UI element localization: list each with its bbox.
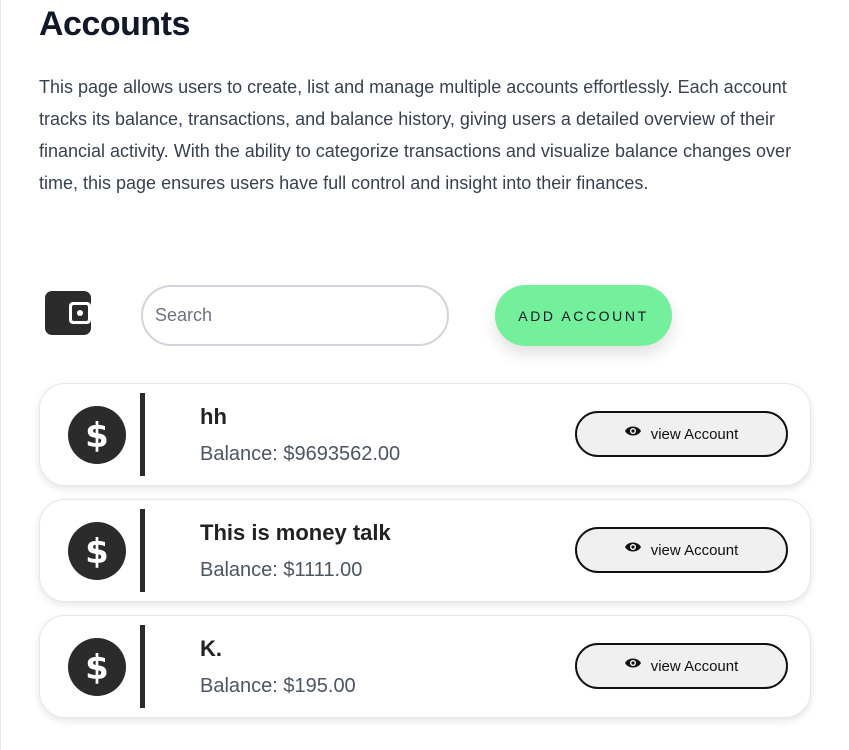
toolbar: ADD ACCOUNT xyxy=(39,285,811,347)
account-name: K. xyxy=(200,636,222,661)
dollar-icon: $ xyxy=(68,522,126,580)
view-account-button[interactable]: view Account xyxy=(575,643,788,689)
card-divider xyxy=(140,625,145,708)
page-description: This page allows users to create, list a… xyxy=(39,77,792,193)
dollar-icon: $ xyxy=(68,406,126,464)
card-divider xyxy=(140,509,145,592)
account-balance: Balance: $1111.00 xyxy=(200,559,363,581)
view-account-button[interactable]: view Account xyxy=(575,411,788,457)
svg-text:$: $ xyxy=(85,532,109,572)
dollar-icon: $ xyxy=(68,638,126,696)
eye-icon xyxy=(624,426,641,436)
svg-text:$: $ xyxy=(85,416,109,456)
view-account-button[interactable]: view Account xyxy=(575,527,788,573)
account-list: $ hh Balance: $9693562.00 view Account $… xyxy=(39,383,811,731)
view-account-label: view Account xyxy=(650,657,739,675)
account-card: $ hh Balance: $9693562.00 view Account xyxy=(39,383,811,486)
account-balance: Balance: $9693562.00 xyxy=(200,443,401,465)
add-account-button[interactable]: ADD ACCOUNT xyxy=(495,285,672,346)
eye-icon xyxy=(624,658,641,668)
page-title: Accounts xyxy=(39,5,190,43)
accounts-page: Accounts This page allows users to creat… xyxy=(0,0,849,750)
view-account-label: view Account xyxy=(650,541,739,559)
account-name: This is money talk xyxy=(200,520,391,545)
account-card: $ This is money talk Balance: $1111.00 v… xyxy=(39,499,811,602)
card-divider xyxy=(140,393,145,476)
search-input[interactable] xyxy=(141,285,449,346)
account-name: hh xyxy=(200,404,227,429)
account-card: $ K. Balance: $195.00 view Account xyxy=(39,615,811,718)
view-account-label: view Account xyxy=(650,425,739,443)
wallet-icon xyxy=(45,291,91,335)
account-balance: Balance: $195.00 xyxy=(200,675,356,697)
svg-text:$: $ xyxy=(85,648,109,688)
eye-icon xyxy=(624,542,641,552)
